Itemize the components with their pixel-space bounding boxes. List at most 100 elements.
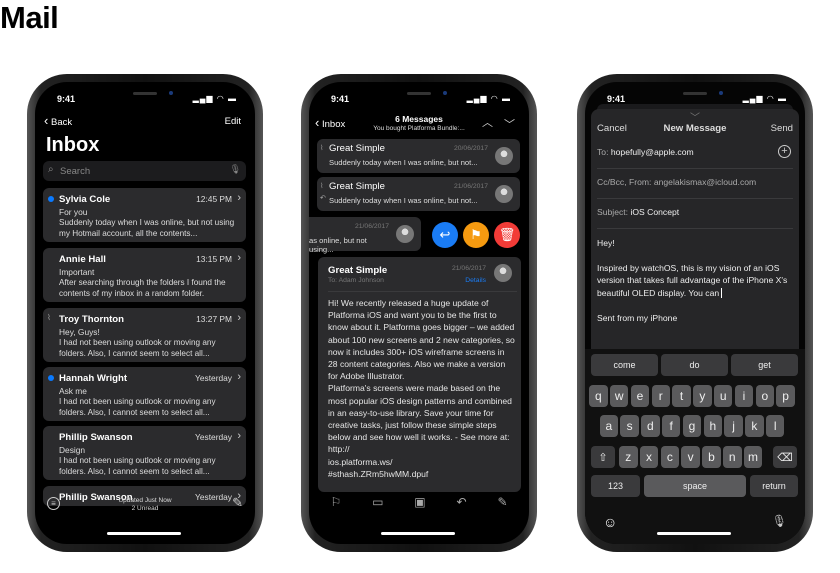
key-r[interactable]: r [651,385,671,407]
key-y[interactable]: y [693,385,712,407]
key-u[interactable]: u [713,385,733,407]
key-a[interactable]: a [599,415,619,437]
reply-icon: ↩ [439,227,451,242]
folder-icon[interactable]: ▭ [372,495,383,509]
open-recipient: Adam Johnson [338,277,384,284]
search-input[interactable]: ⌕ Search 🎙 [43,161,246,181]
key-m[interactable]: m [743,446,763,468]
thread-message-row[interactable]: 21/06/2017 as online, but not using... [309,217,421,254]
paperclip-icon: ⌇ [320,183,324,190]
home-indicator[interactable] [657,532,731,535]
unread-dot [48,375,54,381]
details-link[interactable]: Details [465,277,486,284]
reply-button[interactable]: ↩ [432,222,458,248]
time: 12:45 PM [196,194,232,204]
delete-key[interactable]: ⌫ [773,446,797,468]
send-button[interactable]: Send [771,123,793,134]
key-t[interactable]: t [672,385,691,407]
message-body[interactable]: Hey! Inspired by watchOS, this is my vis… [597,237,795,325]
previous-message-button[interactable]: ︿ [482,114,493,130]
flag-icon[interactable]: ⚐ [330,495,341,509]
key-p[interactable]: p [776,385,795,407]
microphone-icon[interactable]: 🎙 [230,164,241,175]
key-c[interactable]: c [660,446,680,468]
reply-icon[interactable]: ↶ [457,495,467,509]
trash-button[interactable]: 🗑 [494,222,520,248]
key-b[interactable]: b [702,446,721,468]
avatar [495,185,513,203]
key-g[interactable]: g [682,415,702,437]
date: 21/06/2017 [453,183,488,190]
chevron-right-icon: › [237,430,241,442]
archive-icon[interactable]: ▣ [414,495,425,509]
status-time: 9:41 [607,94,626,104]
suggestion-do[interactable]: do [661,354,728,376]
sender: Great Simple [329,181,385,192]
chevron-right-icon: › [237,192,241,204]
page-title: Mail [0,0,59,35]
key-f[interactable]: f [661,415,681,437]
preview: I had not been using outlook or moving a… [59,456,216,476]
cancel-button[interactable]: Cancel [597,123,627,134]
thread-message-row[interactable]: ⌇ Great Simple ↶ 21/06/2017 Suddenly today… [317,177,520,211]
message-row[interactable]: Phillip Swanson Yesterday › Design I had… [43,426,246,480]
key-o[interactable]: o [755,385,775,407]
edit-button[interactable]: Edit [225,116,241,127]
key-e[interactable]: e [630,385,650,407]
key-s[interactable]: s [620,415,639,437]
chevron-down-icon[interactable]: ﹀ [591,109,799,124]
emoji-icon[interactable]: ☺ [603,514,617,530]
suggestion-get[interactable]: get [731,354,798,376]
to-field[interactable]: To: hopefully@apple.com + [597,139,793,169]
compose-icon[interactable]: ✎ [232,495,243,511]
key-n[interactable]: n [723,446,742,468]
sender: Annie Hall [59,254,106,265]
preview: Suddenly today when I was online, but no… [329,196,478,205]
text-cursor [721,287,723,298]
sender: Hannah Wright [59,373,128,384]
thread-message-row[interactable]: ⌇ Great Simple 20/06/2017 Suddenly today … [317,139,520,173]
subject: For you [59,207,88,217]
replied-icon: ↶ [320,195,326,202]
key-l[interactable]: l [765,415,785,437]
flag-button[interactable]: ⚑ [463,222,489,248]
cc-field[interactable]: Cc/Bcc, From: angelakismax@icloud.com [597,169,793,199]
space-key[interactable]: space [644,475,746,497]
next-message-button[interactable]: ﹀ [504,116,515,132]
numbers-key[interactable]: 123 [591,475,640,497]
key-w[interactable]: w [609,385,629,407]
message-row[interactable]: ⌇ Troy Thornton 13:27 PM › Hey, Guys! I h… [43,308,246,362]
open-body: Hi! We recently released a huge update o… [328,298,515,479]
add-contact-icon[interactable]: + [778,145,791,158]
subject-field[interactable]: Subject: iOS Concept [597,199,793,229]
message-row[interactable]: Hannah Wright Yesterday › Ask me I had n… [43,367,246,421]
suggestion-come[interactable]: come [591,354,658,376]
home-indicator[interactable] [107,532,181,535]
return-key[interactable]: return [750,475,798,497]
back-button[interactable]: ‹ Back [44,113,72,128]
message-row[interactable]: Annie Hall 13:15 PM › Important After se… [43,248,246,302]
chevron-right-icon: › [237,312,241,324]
key-d[interactable]: d [641,415,660,437]
subject: Hey, Guys! [59,327,100,337]
microphone-icon[interactable]: 🎙 [772,514,787,528]
key-q[interactable]: q [589,385,608,407]
home-indicator[interactable] [381,532,455,535]
key-v[interactable]: v [681,446,700,468]
time: 13:15 PM [196,254,232,264]
message-row[interactable]: Sylvia Cole 12:45 PM › For you Suddenly … [43,188,246,242]
preview: Suddenly today when I was online, but no… [59,218,235,238]
unread-count: 2 Unread [131,505,159,512]
key-x[interactable]: x [639,446,659,468]
paperclip-icon: ⌇ [47,313,51,322]
key-i[interactable]: i [734,385,754,407]
shift-key[interactable]: ⇧ [591,446,615,468]
key-h[interactable]: h [703,415,723,437]
compose-icon[interactable]: ✎ [497,495,507,509]
key-z[interactable]: z [619,446,638,468]
chevron-right-icon: › [237,252,241,264]
key-j[interactable]: j [724,415,743,437]
thread-title: 6 Messages [395,114,443,124]
status-icons: ▂▄▆ ◠ ▬ [466,94,511,103]
key-k[interactable]: k [745,415,764,437]
